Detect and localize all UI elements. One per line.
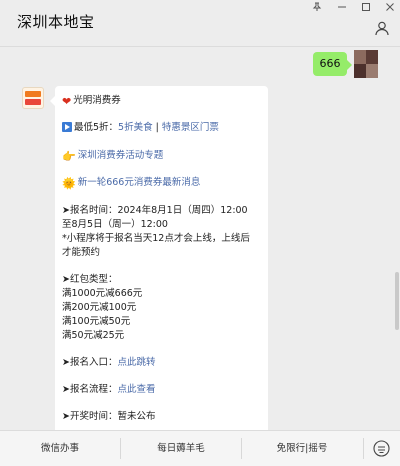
- keyboard-toggle-icon[interactable]: [373, 440, 390, 457]
- signup-time: ➤报名时间：2024年8月1日（周四）12:00: [62, 205, 248, 216]
- note-line-1: *小程序将于报名当天12点才会上线，上线后: [62, 233, 250, 244]
- bottom-menu-bar: 微信办事 每日薅羊毛 免限行|摇号: [0, 430, 400, 466]
- maximize-icon[interactable]: [355, 2, 377, 15]
- type-item: 满200元减100元: [62, 302, 137, 313]
- discount-link-tickets[interactable]: 特惠景区门票: [162, 122, 219, 133]
- type-item: 满100元减50元: [62, 316, 131, 327]
- bot-avatar[interactable]: [23, 88, 43, 108]
- profile-icon[interactable]: [374, 20, 390, 36]
- heart-icon: ❤: [62, 95, 72, 108]
- close-icon[interactable]: [379, 2, 400, 15]
- scrollbar-track[interactable]: [395, 48, 399, 428]
- news-link[interactable]: 新一轮666元消费券最新消息: [78, 177, 201, 188]
- process-link[interactable]: 点此查看: [117, 384, 155, 395]
- menu-traffic-lottery[interactable]: 免限行|摇号: [242, 431, 362, 466]
- draw-label: ➤开奖时间：: [62, 411, 118, 422]
- menu-wechat-services[interactable]: 微信办事: [0, 431, 120, 466]
- chat-title: 深圳本地宝: [17, 13, 95, 31]
- note-line-2: 才能预约: [62, 247, 101, 258]
- draw-value: 暂未公布: [117, 411, 156, 422]
- type-label: ➤红包类型：: [62, 274, 118, 285]
- news-line: 🌞 新一轮666元消费券最新消息: [62, 176, 200, 191]
- play-icon: [62, 122, 72, 132]
- message-header-line: ❤ 光明消费券: [62, 94, 121, 109]
- outgoing-message[interactable]: 666: [313, 52, 347, 76]
- incoming-message: ❤ 光明消费券 最低5折：5折美食 | 特惠景区门票 👉 深圳消费券活动专题 🌞 新一…: [55, 86, 268, 436]
- entry-label: ➤报名入口：: [62, 357, 118, 368]
- message-header: 光明消费券: [73, 95, 121, 106]
- discount-link-food[interactable]: 5折美食: [118, 122, 153, 133]
- pin-icon[interactable]: [306, 2, 328, 15]
- minimize-icon[interactable]: [331, 2, 353, 15]
- menu-daily-deals[interactable]: 每日薅羊毛: [121, 431, 241, 466]
- type-item: 满1000元减666元: [62, 288, 143, 299]
- entry-link[interactable]: 点此跳转: [117, 357, 155, 368]
- pointing-hand-icon: 👉: [62, 150, 76, 163]
- discount-prefix: 最低5折：: [74, 122, 119, 133]
- my-avatar[interactable]: [354, 50, 378, 78]
- signup-time-end: 至8月5日（周一）12:00: [62, 219, 168, 230]
- entry-line: ➤报名入口：点此跳转: [62, 356, 155, 370]
- type-item: 满50元减25元: [62, 330, 125, 341]
- discount-line: 最低5折：5折美食 | 特惠景区门票: [62, 121, 219, 135]
- outgoing-bubble-tail: [347, 60, 352, 70]
- topic-line: 👉 深圳消费券活动专题: [62, 149, 163, 164]
- process-label: ➤报名流程：: [62, 384, 118, 395]
- scrollbar-thumb[interactable]: [395, 272, 399, 330]
- sun-icon: 🌞: [62, 177, 76, 190]
- discount-separator: |: [152, 122, 162, 133]
- title-bar: 深圳本地宝: [0, 0, 400, 47]
- process-line: ➤报名流程：点此查看: [62, 383, 155, 397]
- draw-line: ➤开奖时间：暂未公布: [62, 410, 155, 424]
- menu-divider: [363, 438, 364, 459]
- topic-link[interactable]: 深圳消费券活动专题: [78, 150, 164, 161]
